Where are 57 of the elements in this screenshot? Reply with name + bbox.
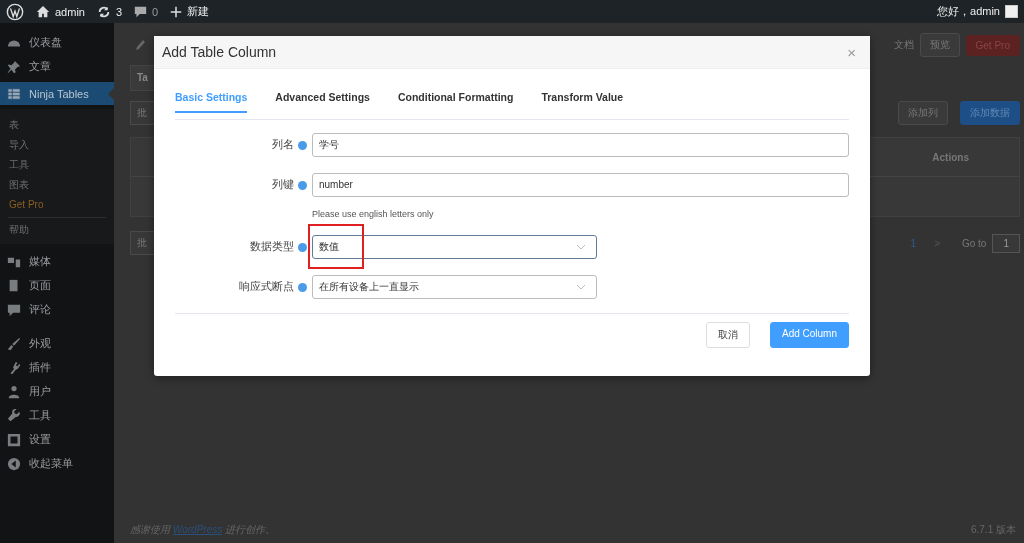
menu-item[interactable]: 插件 (0, 356, 114, 379)
field-label: 数据类型 (250, 240, 294, 254)
menu-item[interactable]: 用户 (0, 380, 114, 403)
submenu-item[interactable]: 导入 (0, 135, 114, 155)
brush-icon (7, 336, 21, 351)
chevron-down-icon (576, 244, 586, 250)
table-icon (7, 86, 21, 101)
wrench-icon (7, 408, 21, 423)
wordpress-logo-icon[interactable] (6, 2, 24, 21)
dialog-tab[interactable]: Transform Value (541, 91, 624, 113)
menu-item[interactable]: 仪表盘 (0, 31, 114, 54)
select-field[interactable]: 在所有设备上一直显示 (312, 275, 597, 299)
column-header: Actions (932, 151, 969, 163)
menu-item[interactable]: 设置 (0, 428, 114, 451)
comment-icon (134, 5, 148, 18)
text-field[interactable]: 学号 (312, 133, 849, 157)
comments-link[interactable]: 0 (134, 5, 159, 18)
dialog-tab[interactable]: Advanced Settings (275, 91, 370, 113)
user-greeting[interactable]: 您好，admin (937, 4, 1000, 19)
menu-item[interactable]: 评论 (0, 298, 114, 321)
collapse-icon (7, 456, 21, 471)
field-label: 列键 (272, 178, 294, 192)
text-field[interactable]: number (312, 173, 849, 197)
menu-item[interactable]: 文章 (0, 55, 114, 78)
chevron-down-icon (576, 284, 586, 290)
menu-item[interactable]: 媒体 (0, 250, 114, 273)
dialog-tab[interactable]: Conditional Formatting (397, 91, 514, 113)
select-field[interactable]: 数值 (312, 235, 597, 259)
menu-item[interactable]: Ninja Tables (0, 82, 114, 105)
submenu-item[interactable]: 图表 (0, 175, 114, 195)
refresh-icon (96, 4, 111, 19)
cancel-button[interactable]: 取消 (705, 322, 750, 348)
updates-link[interactable]: 3 (96, 4, 123, 19)
field-hint: Please use english letters only (312, 209, 435, 219)
menu-item[interactable]: 页面 (0, 274, 114, 297)
go-to-label: Go to (961, 237, 987, 249)
plus-icon (170, 5, 183, 18)
menu-item[interactable]: 工具 (0, 404, 114, 427)
go-to-field[interactable]: 1 (992, 233, 1020, 253)
field-label: 响应式断点 (239, 280, 294, 294)
page-icon (7, 278, 21, 293)
pencil-icon[interactable] (136, 39, 146, 51)
menu-item[interactable]: 外观 (0, 332, 114, 355)
submenu-item[interactable]: 表 (0, 115, 114, 135)
submenu-item[interactable]: 帮助 (0, 220, 114, 240)
user-icon (7, 384, 21, 399)
pin-icon (7, 59, 21, 74)
new-link[interactable]: 新建 (170, 4, 210, 19)
submenu-item[interactable]: 工具 (0, 155, 114, 175)
field-label: 列名 (272, 138, 294, 152)
home-icon (36, 4, 50, 19)
current-pointer-icon (108, 88, 114, 100)
site-link[interactable]: admin (36, 4, 85, 19)
dialog-title: Add Table Column (162, 44, 278, 60)
comment-icon (7, 302, 21, 317)
settings-icon (7, 432, 21, 447)
menu-item[interactable]: 收起菜单 (0, 452, 114, 475)
